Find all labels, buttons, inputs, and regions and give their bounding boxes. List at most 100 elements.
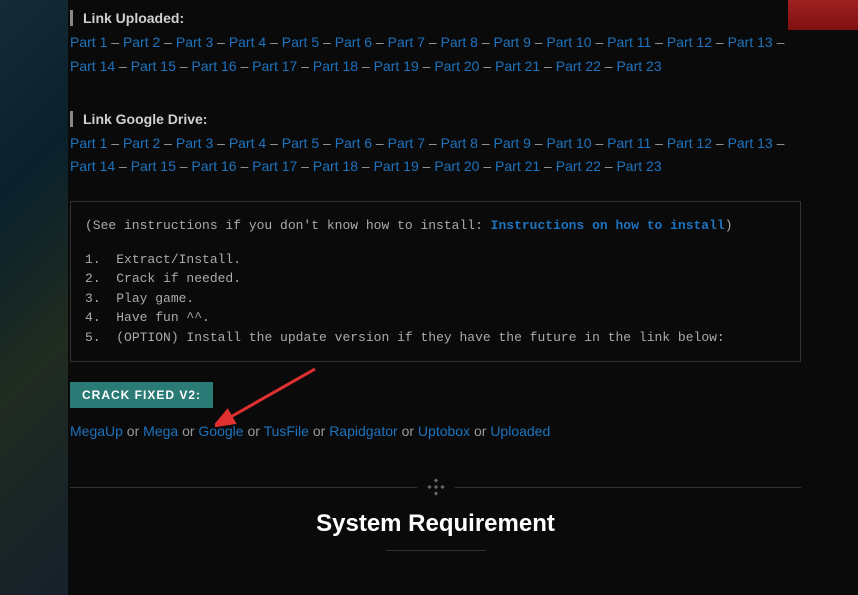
separator: – bbox=[479, 158, 495, 174]
part-link[interactable]: Part 22 bbox=[556, 58, 601, 74]
crack-link[interactable]: MegaUp bbox=[70, 423, 123, 439]
instructions-intro: (See instructions if you don't know how … bbox=[85, 216, 786, 236]
separator: – bbox=[479, 58, 495, 74]
part-link[interactable]: Part 15 bbox=[131, 58, 176, 74]
separator: – bbox=[712, 34, 728, 50]
part-link[interactable]: Part 8 bbox=[441, 34, 478, 50]
part-link[interactable]: Part 15 bbox=[131, 158, 176, 174]
separator: – bbox=[540, 58, 556, 74]
background-left-image bbox=[0, 0, 68, 595]
part-link[interactable]: Part 10 bbox=[546, 135, 591, 151]
part-link[interactable]: Part 14 bbox=[70, 158, 115, 174]
or-separator: or bbox=[123, 423, 143, 439]
instructions-suffix: ) bbox=[725, 218, 733, 233]
part-link[interactable]: Part 4 bbox=[229, 135, 266, 151]
step-4: Have fun ^^. bbox=[85, 308, 786, 328]
part-link[interactable]: Part 3 bbox=[176, 135, 213, 151]
part-link[interactable]: Part 10 bbox=[546, 34, 591, 50]
part-link[interactable]: Part 2 bbox=[123, 34, 160, 50]
part-link[interactable]: Part 19 bbox=[374, 158, 419, 174]
link-header-uploaded: Link Uploaded: bbox=[70, 10, 801, 26]
part-link[interactable]: Part 9 bbox=[494, 135, 531, 151]
crack-link[interactable]: TusFile bbox=[264, 423, 309, 439]
separator: – bbox=[107, 34, 123, 50]
part-link[interactable]: Part 6 bbox=[335, 135, 372, 151]
section-divider bbox=[70, 487, 801, 488]
or-separator: or bbox=[244, 423, 264, 439]
separator: – bbox=[773, 34, 785, 50]
separator: – bbox=[319, 34, 335, 50]
part-link[interactable]: Part 2 bbox=[123, 135, 160, 151]
separator: – bbox=[419, 158, 435, 174]
part-link[interactable]: Part 5 bbox=[282, 34, 319, 50]
part-link[interactable]: Part 19 bbox=[374, 58, 419, 74]
separator: – bbox=[712, 135, 728, 151]
separator: – bbox=[531, 135, 547, 151]
separator: – bbox=[651, 34, 667, 50]
part-link[interactable]: Part 1 bbox=[70, 135, 107, 151]
part-link[interactable]: Part 18 bbox=[313, 158, 358, 174]
part-link[interactable]: Part 11 bbox=[607, 135, 651, 151]
step-2: Crack if needed. bbox=[85, 269, 786, 289]
separator: – bbox=[592, 34, 608, 50]
part-link[interactable]: Part 17 bbox=[252, 58, 297, 74]
separator: – bbox=[176, 158, 192, 174]
part-link[interactable]: Part 18 bbox=[313, 58, 358, 74]
or-separator: or bbox=[178, 423, 198, 439]
part-link[interactable]: Part 12 bbox=[667, 34, 712, 50]
part-link[interactable]: Part 17 bbox=[252, 158, 297, 174]
part-link[interactable]: Part 21 bbox=[495, 58, 540, 74]
part-link[interactable]: Part 13 bbox=[728, 34, 773, 50]
part-link[interactable]: Part 14 bbox=[70, 58, 115, 74]
separator: – bbox=[213, 34, 229, 50]
separator: – bbox=[592, 135, 608, 151]
part-link[interactable]: Part 23 bbox=[616, 158, 661, 174]
crack-link[interactable]: Uploaded bbox=[490, 423, 550, 439]
part-link[interactable]: Part 16 bbox=[191, 58, 236, 74]
part-link[interactable]: Part 6 bbox=[335, 34, 372, 50]
part-link[interactable]: Part 21 bbox=[495, 158, 540, 174]
separator: – bbox=[358, 158, 374, 174]
separator: – bbox=[266, 135, 282, 151]
step-1: Extract/Install. bbox=[85, 250, 786, 270]
part-link[interactable]: Part 5 bbox=[282, 135, 319, 151]
instructions-box: (See instructions if you don't know how … bbox=[70, 201, 801, 362]
crack-link[interactable]: Uptobox bbox=[418, 423, 470, 439]
separator: – bbox=[237, 58, 253, 74]
part-link[interactable]: Part 4 bbox=[229, 34, 266, 50]
part-link[interactable]: Part 22 bbox=[556, 158, 601, 174]
step-3: Play game. bbox=[85, 289, 786, 309]
crack-link[interactable]: Mega bbox=[143, 423, 178, 439]
instructions-steps: Extract/Install. Crack if needed. Play g… bbox=[85, 250, 786, 348]
link-section-gdrive: Link Google Drive: Part 1 – Part 2 – Par… bbox=[70, 101, 801, 202]
part-link[interactable]: Part 13 bbox=[728, 135, 773, 151]
separator: – bbox=[160, 34, 176, 50]
separator: – bbox=[160, 135, 176, 151]
part-link[interactable]: Part 8 bbox=[441, 135, 478, 151]
part-link[interactable]: Part 9 bbox=[494, 34, 531, 50]
part-link[interactable]: Part 7 bbox=[388, 34, 425, 50]
separator: – bbox=[372, 135, 388, 151]
separator: – bbox=[531, 34, 547, 50]
part-link[interactable]: Part 16 bbox=[191, 158, 236, 174]
separator: – bbox=[297, 58, 313, 74]
part-link[interactable]: Part 3 bbox=[176, 34, 213, 50]
separator: – bbox=[540, 158, 556, 174]
part-link[interactable]: Part 1 bbox=[70, 34, 107, 50]
crack-link[interactable]: Google bbox=[198, 423, 243, 439]
crack-link[interactable]: Rapidgator bbox=[329, 423, 398, 439]
part-link[interactable]: Part 7 bbox=[388, 135, 425, 151]
part-link[interactable]: Part 12 bbox=[667, 135, 712, 151]
separator: – bbox=[372, 34, 388, 50]
part-link[interactable]: Part 11 bbox=[607, 34, 651, 50]
or-separator: or bbox=[398, 423, 418, 439]
links-uploaded: Part 1 – Part 2 – Part 3 – Part 4 – Part… bbox=[70, 31, 801, 101]
separator: – bbox=[266, 34, 282, 50]
or-separator: or bbox=[309, 423, 329, 439]
separator: – bbox=[115, 58, 131, 74]
part-link[interactable]: Part 20 bbox=[434, 158, 479, 174]
instructions-link[interactable]: Instructions on how to install bbox=[491, 218, 725, 233]
separator: – bbox=[176, 58, 192, 74]
part-link[interactable]: Part 20 bbox=[434, 58, 479, 74]
part-link[interactable]: Part 23 bbox=[616, 58, 661, 74]
